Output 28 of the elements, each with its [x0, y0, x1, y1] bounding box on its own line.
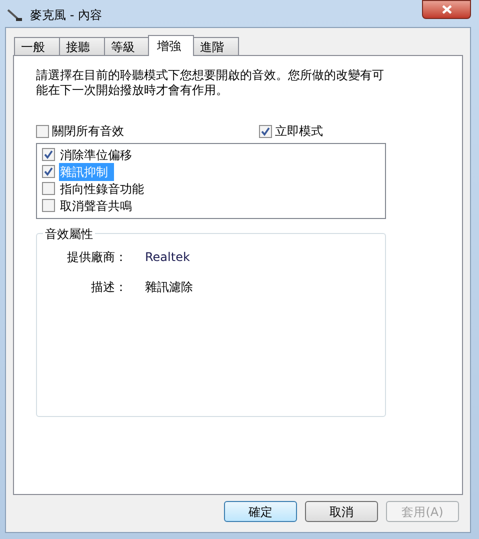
effect-item[interactable]: 取消聲音共鳴: [59, 196, 133, 214]
checked-checkbox[interactable]: [42, 165, 55, 178]
effect-item[interactable]: 消除準位偏移: [59, 146, 133, 164]
checked-checkbox[interactable]: [259, 124, 272, 138]
close-icon: [442, 5, 452, 14]
checkbox[interactable]: [42, 182, 55, 195]
close-button[interactable]: [422, 0, 471, 19]
provider-value: Realtek: [145, 249, 190, 266]
effect-item[interactable]: 指向性錄音功能: [59, 180, 145, 198]
tab[interactable]: 等級: [104, 37, 150, 55]
tab[interactable]: 進階: [193, 37, 239, 55]
description-label: 描述：: [90, 279, 127, 296]
checkbox[interactable]: [36, 124, 49, 138]
checkbox[interactable]: [42, 199, 55, 212]
tab[interactable]: 一般: [14, 37, 60, 55]
microphone-icon: [6, 7, 24, 23]
description-value: 雜訊濾除: [145, 279, 193, 296]
group-title: 音效屬性: [43, 225, 95, 243]
instruction-text: 請選擇在目前的聆聽模式下您想要開啟的音效。您所做的改變有可能在下一次開始撥放時才會有作用。: [36, 68, 385, 98]
checkbox-label[interactable]: 關閉所有音效: [52, 122, 124, 140]
provider-label: 提供廠商：: [66, 249, 127, 266]
dialog-button[interactable]: 確定: [224, 501, 297, 522]
window-title: 麥克風 - 內容: [30, 7, 102, 24]
checked-checkbox[interactable]: [42, 148, 55, 161]
dialog-button[interactable]: 取消: [305, 501, 378, 522]
checkbox-label[interactable]: 立即模式: [275, 122, 323, 140]
tab[interactable]: 接聽: [59, 37, 105, 55]
tab[interactable]: 增強: [148, 35, 194, 56]
